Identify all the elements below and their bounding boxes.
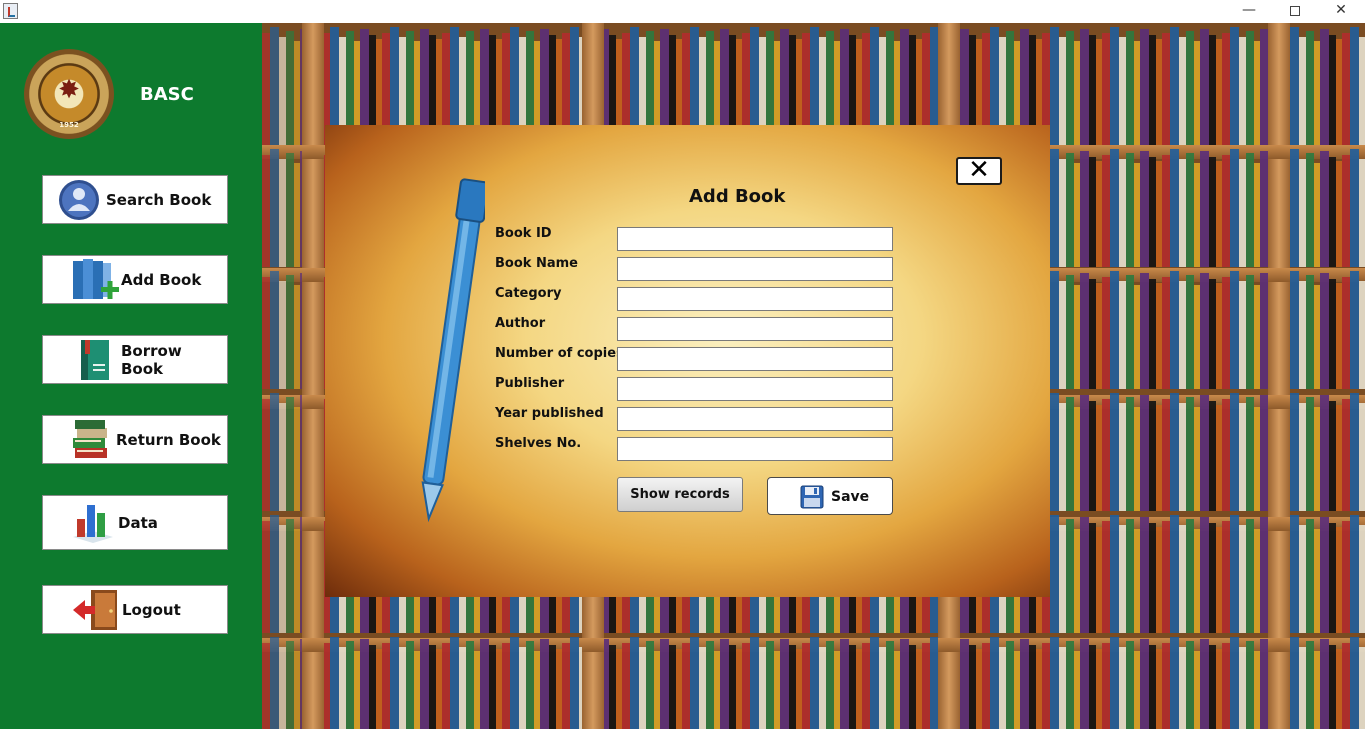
return-book-label: Return Book [116, 430, 221, 449]
pen-illustration [421, 178, 485, 523]
book-name-input[interactable] [617, 257, 893, 281]
shelves-no-input[interactable] [617, 437, 893, 461]
window-close-button[interactable]: ✕ [1318, 0, 1364, 23]
maximize-button[interactable] [1272, 0, 1318, 23]
add-book-label: Add Book [121, 270, 202, 289]
author-label: Author [495, 316, 546, 331]
borrow-book-icon [81, 340, 109, 380]
return-book-button[interactable]: Return Book [42, 415, 228, 464]
save-label: Save [831, 489, 870, 505]
borrow-book-label: Borrow Book [121, 341, 182, 378]
year-published-input[interactable] [617, 407, 893, 431]
logout-button[interactable]: Logout [42, 585, 228, 634]
minimize-button[interactable]: — [1226, 0, 1272, 23]
publisher-label: Publisher [495, 376, 565, 391]
borrow-book-button[interactable]: Borrow Book [42, 335, 228, 384]
brand-name: BASC [140, 84, 194, 105]
add-book-icon [73, 259, 119, 299]
dialog-title: Add Book [689, 186, 786, 207]
save-button[interactable]: Save [767, 477, 893, 515]
add-book-button[interactable]: Add Book [42, 255, 228, 304]
star-emblem-icon: ✸ [58, 75, 80, 105]
book-id-label: Book ID [495, 226, 552, 241]
bar-chart-icon [73, 505, 113, 543]
number-of-copies-label: Number of copies [495, 346, 624, 361]
user-search-icon [59, 180, 99, 220]
data-label: Data [118, 513, 158, 532]
number-of-copies-input[interactable] [617, 347, 893, 371]
book-name-label: Book Name [495, 256, 578, 271]
return-book-icon [73, 420, 107, 458]
category-input[interactable] [617, 287, 893, 311]
search-book-button[interactable]: Search Book [42, 175, 228, 224]
data-button[interactable]: Data [42, 495, 228, 550]
logout-door-icon [73, 590, 117, 630]
book-id-input[interactable] [617, 227, 893, 251]
college-seal-logo: ✸ 1952 [24, 49, 114, 139]
year-published-label: Year published [495, 406, 604, 421]
show-records-button[interactable]: Show records [617, 477, 743, 512]
floppy-disk-icon [800, 485, 824, 509]
logo-year: 1952 [59, 121, 79, 129]
java-app-icon [3, 3, 18, 19]
logout-label: Logout [122, 600, 181, 619]
maximize-icon [1290, 6, 1300, 16]
category-label: Category [495, 286, 562, 301]
author-input[interactable] [617, 317, 893, 341]
window-titlebar: — ✕ [0, 0, 1365, 23]
shelves-no-label: Shelves No. [495, 436, 582, 451]
publisher-input[interactable] [617, 377, 893, 401]
dialog-close-button[interactable]: ✕ [956, 157, 1002, 185]
search-book-label: Search Book [106, 190, 212, 209]
